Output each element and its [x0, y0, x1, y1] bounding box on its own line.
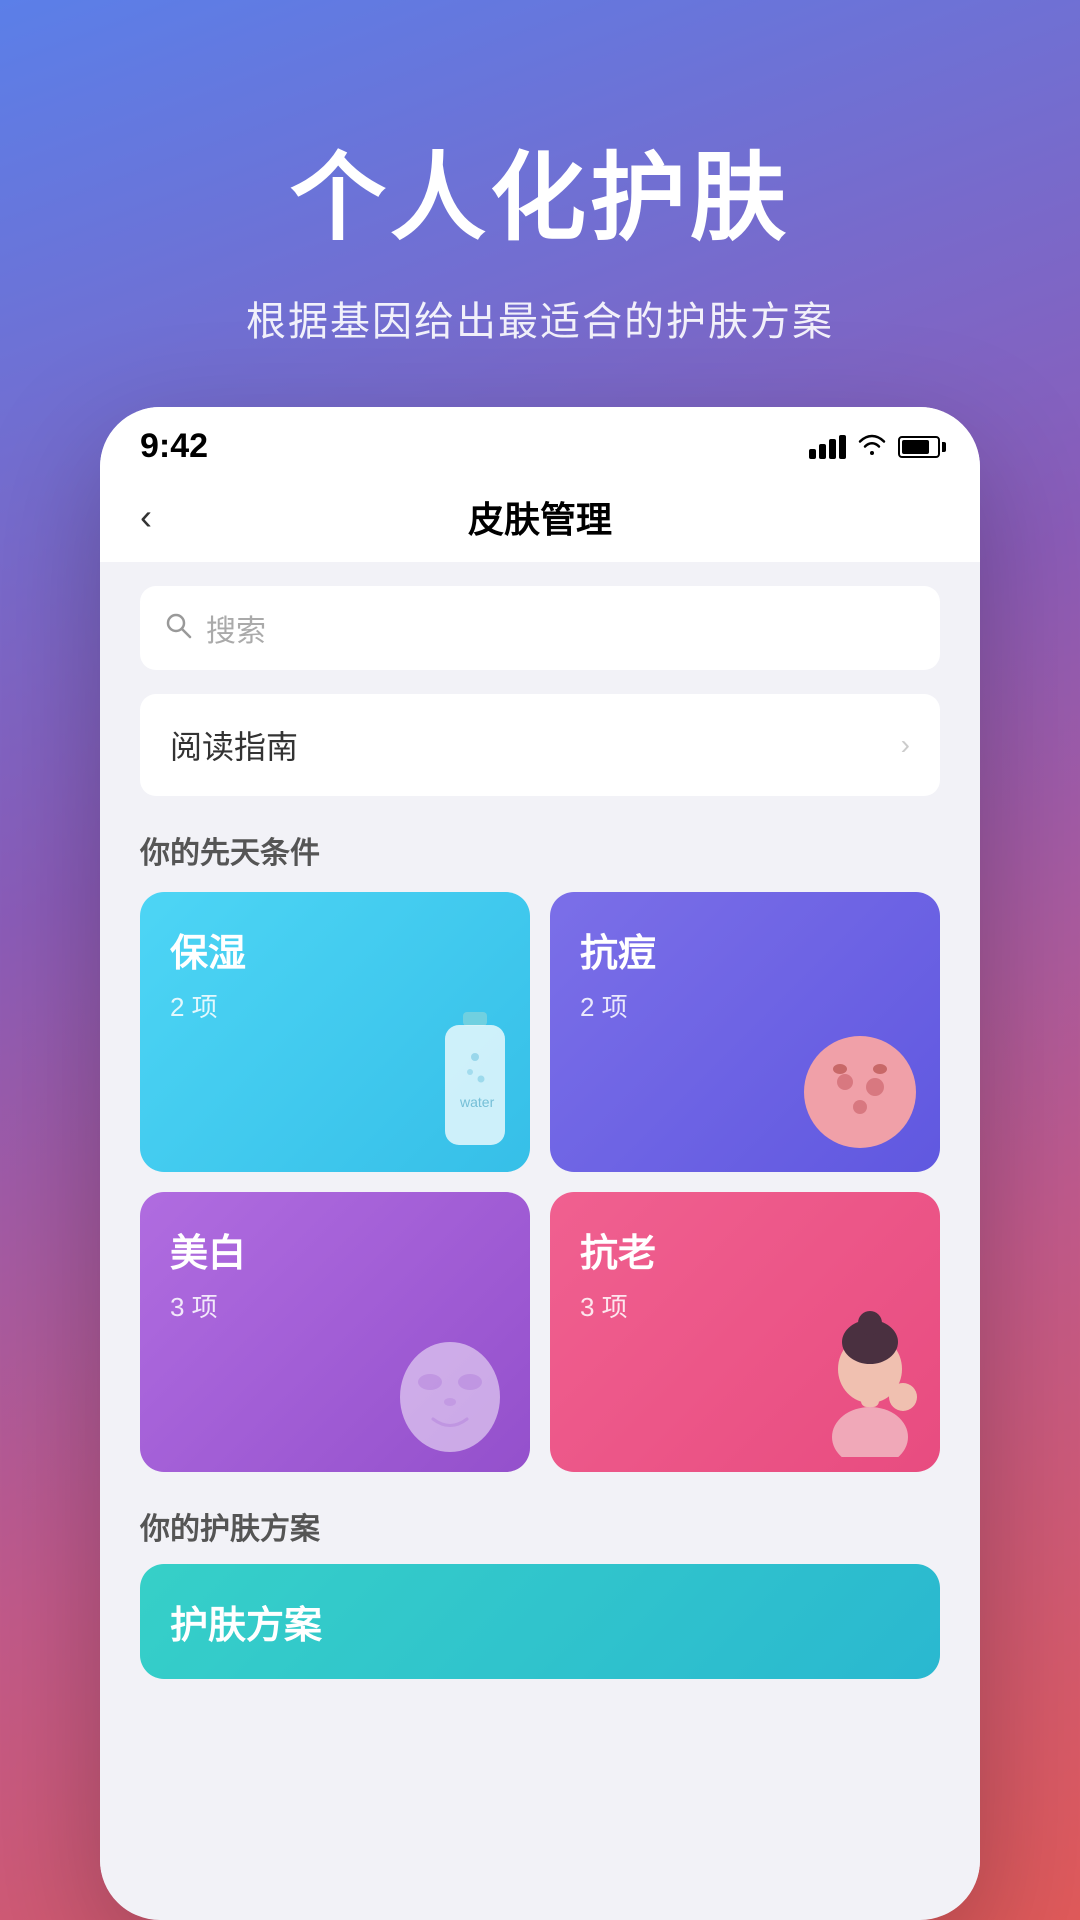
nav-bar: ‹ 皮肤管理: [100, 476, 980, 562]
chevron-right-icon: ›: [901, 729, 910, 761]
conditions-cards-grid: 保湿 2 项 water: [140, 892, 940, 1472]
guide-row[interactable]: 阅读指南 ›: [140, 694, 940, 796]
signal-bar-1: [809, 449, 816, 459]
battery-fill: [902, 440, 929, 454]
svg-text:water: water: [459, 1094, 495, 1110]
acne-illustration: [795, 1027, 925, 1162]
phone-container: 9:42 ‹ 皮肤管理: [100, 407, 980, 1920]
card-name-antiaging: 抗老: [580, 1222, 910, 1277]
card-antiaging[interactable]: 抗老 3 项: [550, 1192, 940, 1472]
card-count-whitening: 3 项: [170, 1287, 500, 1324]
skincare-card-label: 护肤方案: [170, 1594, 322, 1649]
card-moisturizing[interactable]: 保湿 2 项 water: [140, 892, 530, 1172]
signal-bar-3: [829, 439, 836, 459]
card-whitening[interactable]: 美白 3 项: [140, 1192, 530, 1472]
hero-section: 个人化护肤 根据基因给出最适合的护肤方案: [0, 0, 1080, 407]
card-name-antiacne: 抗痘: [580, 922, 910, 977]
bottle-illustration: water: [435, 1007, 515, 1162]
card-count-antiacne: 2 项: [580, 987, 910, 1024]
guide-label: 阅读指南: [170, 722, 298, 768]
status-bar: 9:42: [100, 407, 980, 476]
nav-title: 皮肤管理: [468, 491, 612, 543]
skincare-section-title: 你的护肤方案: [140, 1504, 940, 1548]
wifi-icon: [858, 431, 886, 462]
conditions-section-title: 你的先天条件: [140, 828, 940, 872]
back-button[interactable]: ‹: [140, 496, 152, 538]
search-placeholder: 搜索: [206, 606, 266, 650]
signal-bar-2: [819, 444, 826, 459]
battery-icon: [898, 436, 940, 458]
status-time: 9:42: [140, 427, 208, 466]
signal-icon: [809, 435, 846, 459]
search-icon: [164, 611, 192, 646]
search-bar[interactable]: 搜索: [140, 586, 940, 670]
content-area: 搜索 阅读指南 › 你的先天条件 保湿 2 项: [100, 562, 980, 1915]
skincare-card[interactable]: 护肤方案: [140, 1564, 940, 1679]
card-antiacne[interactable]: 抗痘 2 项: [550, 892, 940, 1172]
person-illustration: [815, 1297, 925, 1462]
signal-bar-4: [839, 435, 846, 459]
card-name-moisturizing: 保湿: [170, 922, 500, 977]
card-name-whitening: 美白: [170, 1222, 500, 1277]
status-icons: [809, 431, 940, 462]
hero-subtitle: 根据基因给出最适合的护肤方案: [60, 289, 1020, 347]
hero-title: 个人化护肤: [60, 120, 1020, 259]
mask-illustration: [385, 1327, 515, 1462]
